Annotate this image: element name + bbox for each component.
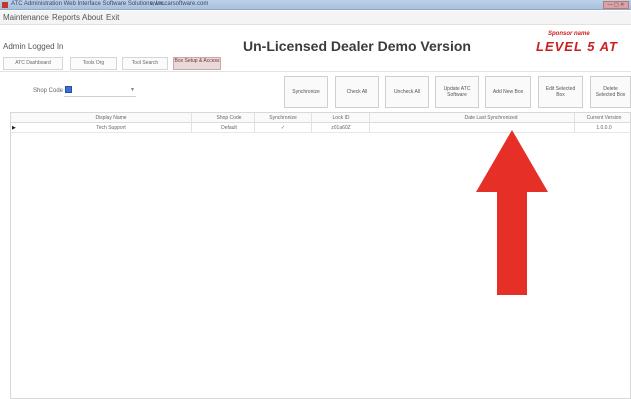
cell-display-name: Tech Support (96, 125, 126, 131)
edit-selected-box-button[interactable]: Edit Selected Box (538, 76, 583, 108)
column-lock-id[interactable]: Lock ID (316, 113, 366, 122)
column-current-version[interactable]: Current Version (576, 113, 631, 122)
cell-lock-id: z01a60Z (331, 125, 351, 131)
login-status: Admin Logged In (3, 42, 64, 51)
window-controls[interactable]: — ▢ ✕ (603, 1, 629, 9)
nav-divider (0, 71, 631, 72)
uncheck-all-button[interactable]: Uncheck All (385, 76, 429, 108)
column-display-name[interactable]: Display Name (56, 113, 166, 122)
shop-code-label: Shop Code (33, 88, 64, 94)
menu-about[interactable]: About (82, 13, 103, 22)
column-separator (369, 113, 370, 133)
cell-shop-code: Default (221, 125, 237, 131)
app-icon (2, 2, 8, 8)
column-shop-code[interactable]: Shop Code (208, 113, 250, 122)
cell-current-version: 1.0.0.0 (596, 125, 612, 131)
cell-synchronize-checkbox[interactable]: ✓ (258, 123, 308, 132)
page-title: Un-Licensed Dealer Demo Version (243, 38, 471, 54)
add-new-box-button[interactable]: Add New Box (485, 76, 531, 108)
menu-bar: Maintenance Reports About Exit (0, 11, 631, 25)
red-arrow-annotation-icon (476, 130, 548, 295)
update-atc-software-button[interactable]: Update ATC Software (435, 76, 479, 108)
row-selector-icon: ▶ (12, 125, 16, 131)
synchronize-button[interactable]: Synchronize (284, 76, 328, 108)
tab-box-setup-access[interactable]: Box Setup & Access (173, 57, 221, 70)
chevron-down-icon: ▼ (130, 87, 135, 93)
table-header: Display Name Shop Code Synchronize Lock … (11, 113, 630, 123)
menu-exit[interactable]: Exit (106, 13, 119, 22)
window-url: www.carsoftware.com (150, 1, 209, 7)
column-synchronize[interactable]: Synchronize (258, 113, 308, 122)
logo-wordmark: LEVEL 5 AT (536, 39, 618, 54)
menu-maintenance[interactable]: Maintenance (3, 13, 49, 22)
column-date-last-synchronized[interactable]: Date Last Synchronized (411, 113, 571, 122)
logo-tagline: Sponsor name (548, 31, 590, 37)
menu-reports[interactable]: Reports (52, 13, 80, 22)
column-separator (574, 113, 575, 133)
shop-code-selected-swatch (65, 86, 72, 93)
tab-tools-org[interactable]: Tools Org (70, 57, 117, 70)
window-title: ATC Administration Web Interface Softwar… (11, 1, 166, 7)
tab-atc-dashboard[interactable]: ATC Dashboard (3, 57, 63, 70)
column-separator (311, 113, 312, 133)
delete-selected-box-button[interactable]: Delete Selected Box (590, 76, 631, 108)
shop-code-dropdown[interactable]: ▼ (64, 85, 136, 97)
brand-logo: Sponsor name LEVEL 5 AT (536, 31, 631, 57)
tab-tool-search[interactable]: Tool Search (122, 57, 168, 70)
window-titlebar: ATC Administration Web Interface Softwar… (0, 0, 631, 10)
column-separator (191, 113, 192, 133)
column-separator (254, 113, 255, 133)
check-all-button[interactable]: Check All (335, 76, 379, 108)
